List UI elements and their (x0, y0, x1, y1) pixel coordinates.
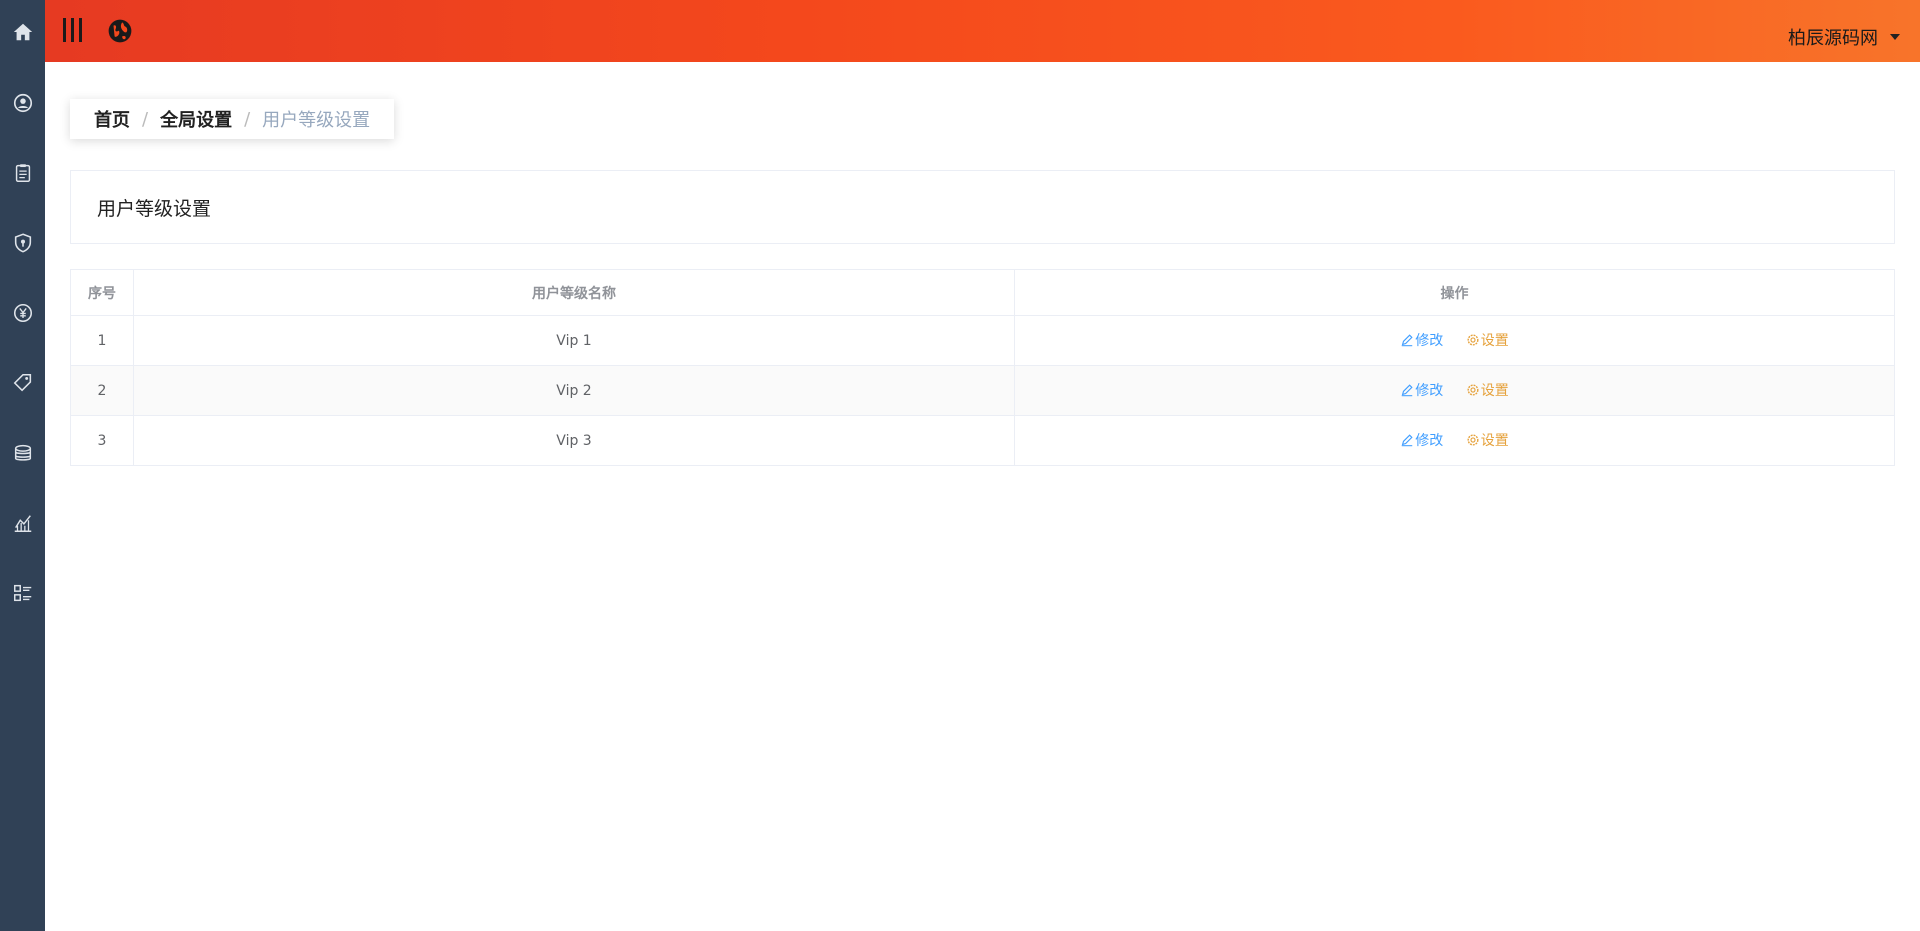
user-level-table: 序号 用户等级名称 操作 1 Vip 1 修改 设置 2 Vip 2 修改 设置… (70, 269, 1895, 466)
edit-button[interactable]: 修改 (1400, 330, 1443, 350)
user-menu-dropdown[interactable]: 柏辰源码网 (1788, 24, 1900, 50)
header-name: 用户等级名称 (133, 269, 1015, 316)
cell-actions: 修改 设置 (1014, 315, 1895, 366)
settings-label: 设置 (1480, 383, 1509, 399)
username: 柏辰源码网 (1788, 28, 1878, 49)
edit-icon (1402, 384, 1413, 397)
user-icon (13, 93, 32, 113)
cell-actions: 修改 设置 (1014, 415, 1895, 466)
edit-button[interactable]: 修改 (1400, 430, 1443, 450)
cell-name: Vip 2 (133, 365, 1015, 416)
coins-icon (14, 444, 31, 461)
page-title-card: 用户等级设置 (70, 170, 1895, 244)
table-row: 1 Vip 1 修改 设置 (70, 315, 1895, 366)
sidebar-item-security[interactable] (0, 223, 45, 263)
cell-index: 2 (70, 365, 134, 416)
table-header-row: 序号 用户等级名称 操作 (70, 269, 1895, 316)
settings-label: 设置 (1480, 433, 1509, 449)
settings-button[interactable]: 设置 (1466, 380, 1509, 400)
header-index: 序号 (70, 269, 134, 316)
cell-index: 1 (70, 315, 134, 366)
edit-label: 修改 (1415, 333, 1444, 349)
cell-index: 3 (70, 415, 134, 466)
settings-icon (1467, 334, 1479, 346)
breadcrumb-home[interactable]: 首页 (94, 106, 130, 132)
menu-toggle-icon[interactable] (61, 16, 85, 44)
edit-button[interactable]: 修改 (1400, 380, 1443, 400)
sidebar (0, 0, 45, 931)
cell-actions: 修改 设置 (1014, 365, 1895, 416)
header-actions: 操作 (1014, 269, 1895, 316)
page-title: 用户等级设置 (97, 197, 212, 220)
settings-button[interactable]: 设置 (1466, 330, 1509, 350)
sidebar-item-user[interactable] (0, 83, 45, 123)
settings-button[interactable]: 设置 (1466, 430, 1509, 450)
sidebar-item-list[interactable] (0, 573, 45, 613)
edit-label: 修改 (1415, 433, 1444, 449)
edit-label: 修改 (1415, 383, 1444, 399)
settings-icon (1467, 384, 1479, 396)
edit-icon (1402, 434, 1413, 447)
breadcrumb-section[interactable]: 全局设置 (160, 106, 232, 132)
sidebar-item-finance[interactable] (0, 293, 45, 333)
sidebar-item-tags[interactable] (0, 363, 45, 403)
breadcrumb-separator: / (142, 108, 149, 130)
breadcrumb: 首页 / 全局设置 / 用户等级设置 (70, 99, 395, 139)
yen-icon (13, 303, 32, 323)
cell-name: Vip 1 (133, 315, 1015, 366)
edit-icon (1402, 334, 1413, 347)
sidebar-item-assets[interactable] (0, 433, 45, 473)
sidebar-item-orders[interactable] (0, 153, 45, 193)
chart-icon (14, 515, 31, 532)
tag-icon (13, 373, 31, 392)
top-navbar: 柏辰源码网 (45, 0, 1920, 62)
shield-icon (14, 233, 31, 253)
cell-name: Vip 3 (133, 415, 1015, 466)
clipboard-icon (15, 164, 30, 182)
breadcrumb-current: 用户等级设置 (262, 110, 371, 131)
sidebar-item-stats[interactable] (0, 503, 45, 543)
settings-icon (1467, 434, 1479, 446)
table-row: 3 Vip 3 修改 设置 (70, 415, 1895, 466)
caret-down-icon (1890, 34, 1900, 40)
home-icon (13, 23, 32, 41)
table-row: 2 Vip 2 修改 设置 (70, 365, 1895, 416)
list-icon (13, 584, 31, 602)
globe-icon[interactable] (107, 18, 133, 44)
settings-label: 设置 (1480, 333, 1509, 349)
sidebar-item-home[interactable] (0, 12, 45, 52)
breadcrumb-separator: / (244, 108, 251, 130)
